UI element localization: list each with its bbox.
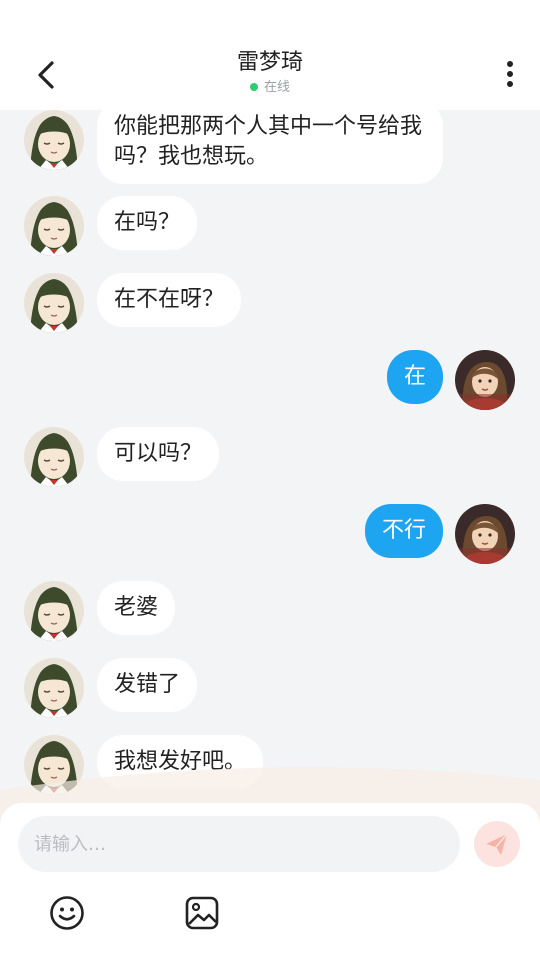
contact-info: 雷梦琦 在线	[0, 48, 540, 97]
message-composer	[0, 803, 540, 960]
outgoing-message-bubble[interactable]: 不行	[364, 504, 443, 558]
emoji-icon	[50, 896, 84, 930]
more-options-button[interactable]	[500, 58, 520, 92]
chat-header: 雷梦琦 在线	[0, 0, 540, 110]
contact-avatar[interactable]	[24, 427, 84, 487]
more-vertical-icon	[507, 61, 513, 87]
online-status: 在线	[0, 79, 540, 97]
contact-name: 雷梦琦	[236, 50, 303, 75]
message-input[interactable]	[18, 816, 460, 872]
send-icon	[486, 833, 508, 855]
image-button[interactable]	[182, 893, 222, 933]
online-dot	[249, 82, 258, 91]
contact-avatar[interactable]	[24, 196, 84, 256]
image-icon	[185, 896, 219, 930]
incoming-message-bubble[interactable]: 老婆	[97, 581, 176, 635]
incoming-message-bubble[interactable]: 可以吗？	[97, 427, 220, 481]
message-list[interactable]: 你能把那两个人其中一个号给我吗？我也想玩。 在吗？ 在不在呀？ 在 可以吗？ 不…	[0, 110, 540, 804]
outgoing-message-bubble[interactable]: 在	[386, 350, 443, 404]
contact-avatar[interactable]	[24, 110, 84, 170]
my-avatar[interactable]	[455, 504, 515, 564]
contact-avatar[interactable]	[24, 581, 84, 641]
incoming-message-bubble[interactable]: 在不在呀？	[97, 273, 242, 327]
emoji-button[interactable]	[47, 893, 87, 933]
my-avatar[interactable]	[455, 350, 515, 410]
contact-avatar[interactable]	[24, 658, 84, 718]
online-status-label: 在线	[263, 80, 290, 95]
incoming-message-bubble[interactable]: 发错了	[97, 658, 198, 712]
incoming-message-bubble[interactable]: 你能把那两个人其中一个号给我吗？我也想玩。	[97, 110, 443, 184]
incoming-message-bubble[interactable]: 在吗？	[97, 196, 198, 250]
contact-avatar[interactable]	[24, 273, 84, 333]
send-button[interactable]	[474, 821, 520, 867]
